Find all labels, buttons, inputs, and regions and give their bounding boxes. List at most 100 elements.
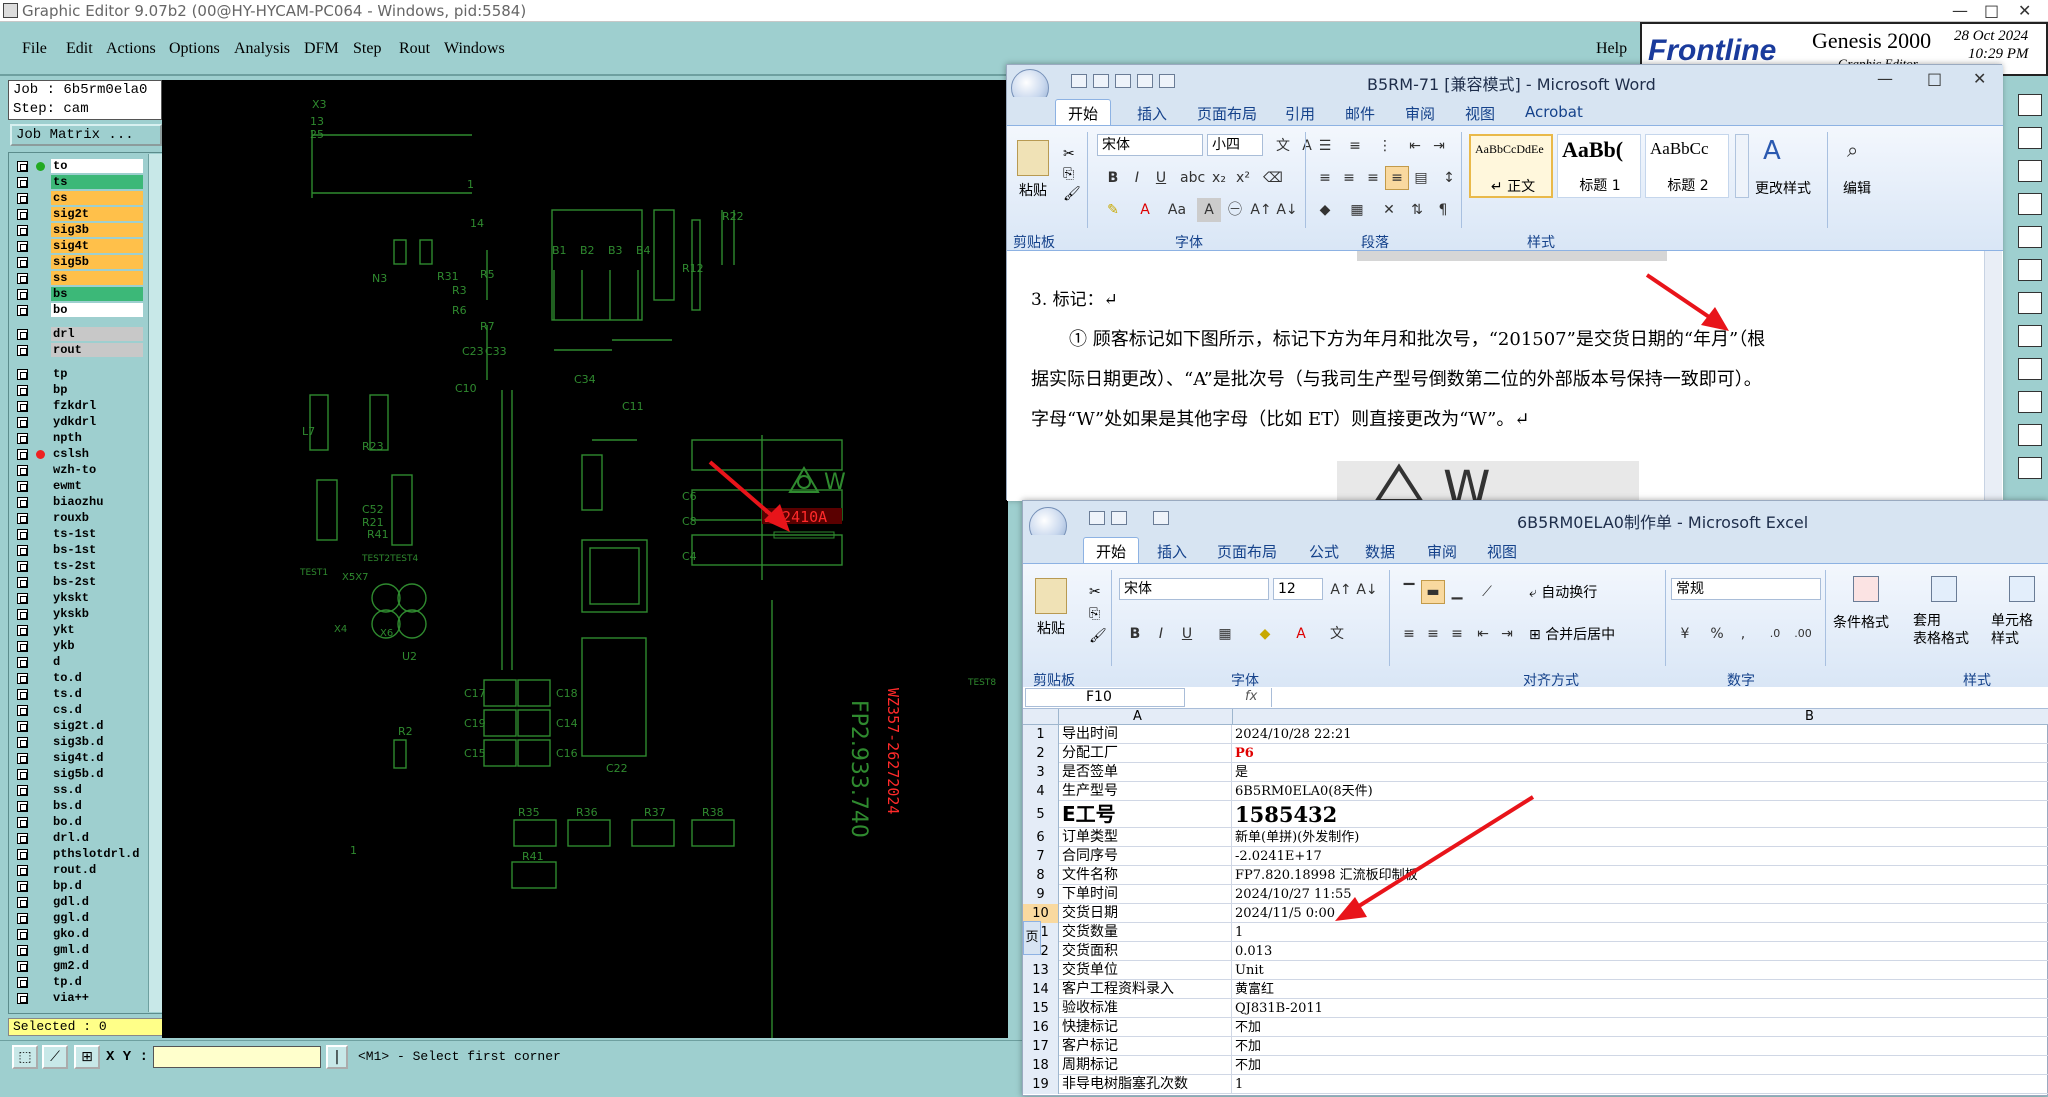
layer-name[interactable]: ydkdrl [51,415,143,429]
excel-tab-review[interactable]: 审阅 [1427,541,1457,562]
layer-row[interactable]: pthslotdrl.d [13,847,143,861]
layer-checkbox[interactable] [17,329,28,340]
word-tab-review[interactable]: 审阅 [1405,103,1435,124]
cell-b[interactable]: 0.013 [1233,942,2048,961]
cell-a[interactable]: 生产型号 [1060,782,1232,801]
excel-grow-font-icon[interactable]: A↑ [1329,578,1353,602]
bold-icon[interactable]: B [1101,166,1125,190]
layer-name[interactable]: pthslotdrl.d [51,847,143,861]
layer-name[interactable]: cs [51,191,143,205]
toolbar-tool-icon[interactable] [2018,94,2042,116]
cell-b[interactable]: 黄富红 [1233,980,2048,999]
layer-checkbox[interactable] [17,385,28,396]
cell-a[interactable]: 分配工厂 [1060,744,1232,763]
layer-name[interactable]: ts-2st [51,559,143,573]
menu-step[interactable]: Step [353,40,381,58]
grid-tool-icon[interactable]: ⊞ [74,1045,100,1069]
cell-a[interactable]: 客户标记 [1060,1037,1232,1056]
word-size-select[interactable]: 小四 [1207,134,1263,156]
layer-name[interactable]: to [51,159,143,173]
layer-row[interactable]: rouxb [13,511,143,525]
toolbar-tool-icon[interactable] [2018,457,2042,479]
row-header[interactable]: 13 [1023,961,1059,980]
layer-name[interactable]: rouxb [51,511,143,525]
layer-row[interactable]: bs-1st [13,543,143,557]
excel-tab-insert[interactable]: 插入 [1157,541,1187,562]
word-tab-insert[interactable]: 插入 [1137,103,1167,124]
measure-tool-icon[interactable]: ⟋ [42,1045,68,1069]
cell-a[interactable]: 非导电树脂塞孔次数 [1060,1075,1232,1094]
layer-name[interactable]: sig4t [51,239,143,253]
menu-rout[interactable]: Rout [399,40,430,58]
word-font-select[interactable]: 宋体 [1097,134,1203,156]
change-styles-button[interactable]: 更改样式 [1755,178,1811,198]
decrease-indent-icon[interactable]: ⇤ [1403,134,1427,158]
word-document[interactable]: 3. 标记：↵ ① 顾客标记如下图所示，标记下方为年月和批次号，“201507”… [1007,251,2003,517]
layer-row[interactable]: ykskt [13,591,143,605]
layer-name[interactable]: sig3b.d [51,735,143,749]
orientation-icon[interactable]: ⟋ [1475,580,1499,604]
layer-name[interactable]: sig5b.d [51,767,143,781]
align-bottom-icon[interactable]: ▁ [1445,580,1469,604]
layer-checkbox[interactable] [17,593,28,604]
row-header[interactable]: 15 [1023,999,1059,1018]
layer-name[interactable]: gko.d [51,927,143,941]
change-case-icon[interactable]: Aa [1165,198,1189,222]
excel-align-left-icon[interactable]: ≡ [1397,622,1421,646]
layer-row[interactable]: ts-1st [13,527,143,541]
pcb-graphics-canvas[interactable]: X3 13 25 1 14 N3 R31 R5 R3 R6 R7 B1 B2 B… [162,80,1008,1038]
layer-checkbox[interactable] [17,401,28,412]
layer-checkbox[interactable] [17,161,28,172]
layer-row[interactable]: bo [13,303,143,317]
excel-paste-icon[interactable] [1035,578,1067,614]
excel-format-painter-icon[interactable]: 🖌 [1089,628,1107,644]
layer-name[interactable]: gm2.d [51,959,143,973]
layer-checkbox[interactable] [17,673,28,684]
zoom-tool-icon[interactable]: ⬚ [12,1045,38,1069]
layer-row[interactable]: bp.d [13,879,143,893]
layer-name[interactable]: cs.d [51,703,143,717]
layer-checkbox[interactable] [17,737,28,748]
excel-align-right-icon[interactable]: ≡ [1445,622,1469,646]
layer-name[interactable]: bo.d [51,815,143,829]
cut-icon[interactable]: ✂ [1063,146,1075,162]
layer-row[interactable]: bs-2st [13,575,143,589]
edit-button[interactable]: 编辑 [1843,178,1871,198]
layer-scrollbar[interactable] [148,154,162,1012]
excel-redo-icon[interactable] [1153,511,1169,525]
layer-checkbox[interactable] [17,785,28,796]
line-spacing-icon[interactable]: ↕ [1437,166,1461,190]
layer-checkbox[interactable] [17,817,28,828]
table-format-button[interactable]: 套用 表格格式 [1913,612,1969,648]
toolbar-tool-icon[interactable] [2018,391,2042,413]
enclose-char-icon[interactable]: ㊀ [1223,198,1247,222]
cell-b[interactable]: -2.0241E+17 [1233,847,2048,866]
layer-checkbox[interactable] [17,705,28,716]
snap-toggle-icon[interactable]: | [326,1045,348,1069]
layer-name[interactable]: bs-2st [51,575,143,589]
cell-b[interactable]: FP7.820.18998 汇流板印制板 [1233,866,2048,885]
toolbar-tool-icon[interactable] [2018,325,2042,347]
row-header[interactable]: 18 [1023,1056,1059,1075]
layer-name[interactable]: npth [51,431,143,445]
layer-name[interactable]: gdl.d [51,895,143,909]
layer-name[interactable]: bo [51,303,143,317]
cell-b[interactable]: 1 [1233,1075,2048,1094]
chinese-layout-icon[interactable]: ✕ [1377,198,1401,222]
style-normal[interactable]: AaBbCcDdEe ↵ 正文 [1469,134,1553,198]
layer-row[interactable]: sig2t.d [13,719,143,733]
excel-italic-icon[interactable]: I [1149,622,1173,646]
layer-row[interactable]: ykskb [13,607,143,621]
toolbar-tool-icon[interactable] [2018,292,2042,314]
cell-b[interactable]: 1585432 [1233,801,2048,828]
layer-name[interactable]: bs-1st [51,543,143,557]
find-icon[interactable]: ⌕ [1847,138,1858,162]
bullets-icon[interactable]: ☰ [1313,134,1337,158]
word-tab-view[interactable]: 视图 [1465,103,1495,124]
excel-decrease-indent-icon[interactable]: ⇤ [1471,622,1495,646]
redo-icon[interactable] [1115,74,1131,88]
cell-a[interactable]: 订单类型 [1060,828,1232,847]
menu-actions[interactable]: Actions [106,40,156,58]
align-top-icon[interactable]: ▔ [1397,580,1421,604]
layer-checkbox[interactable] [17,241,28,252]
